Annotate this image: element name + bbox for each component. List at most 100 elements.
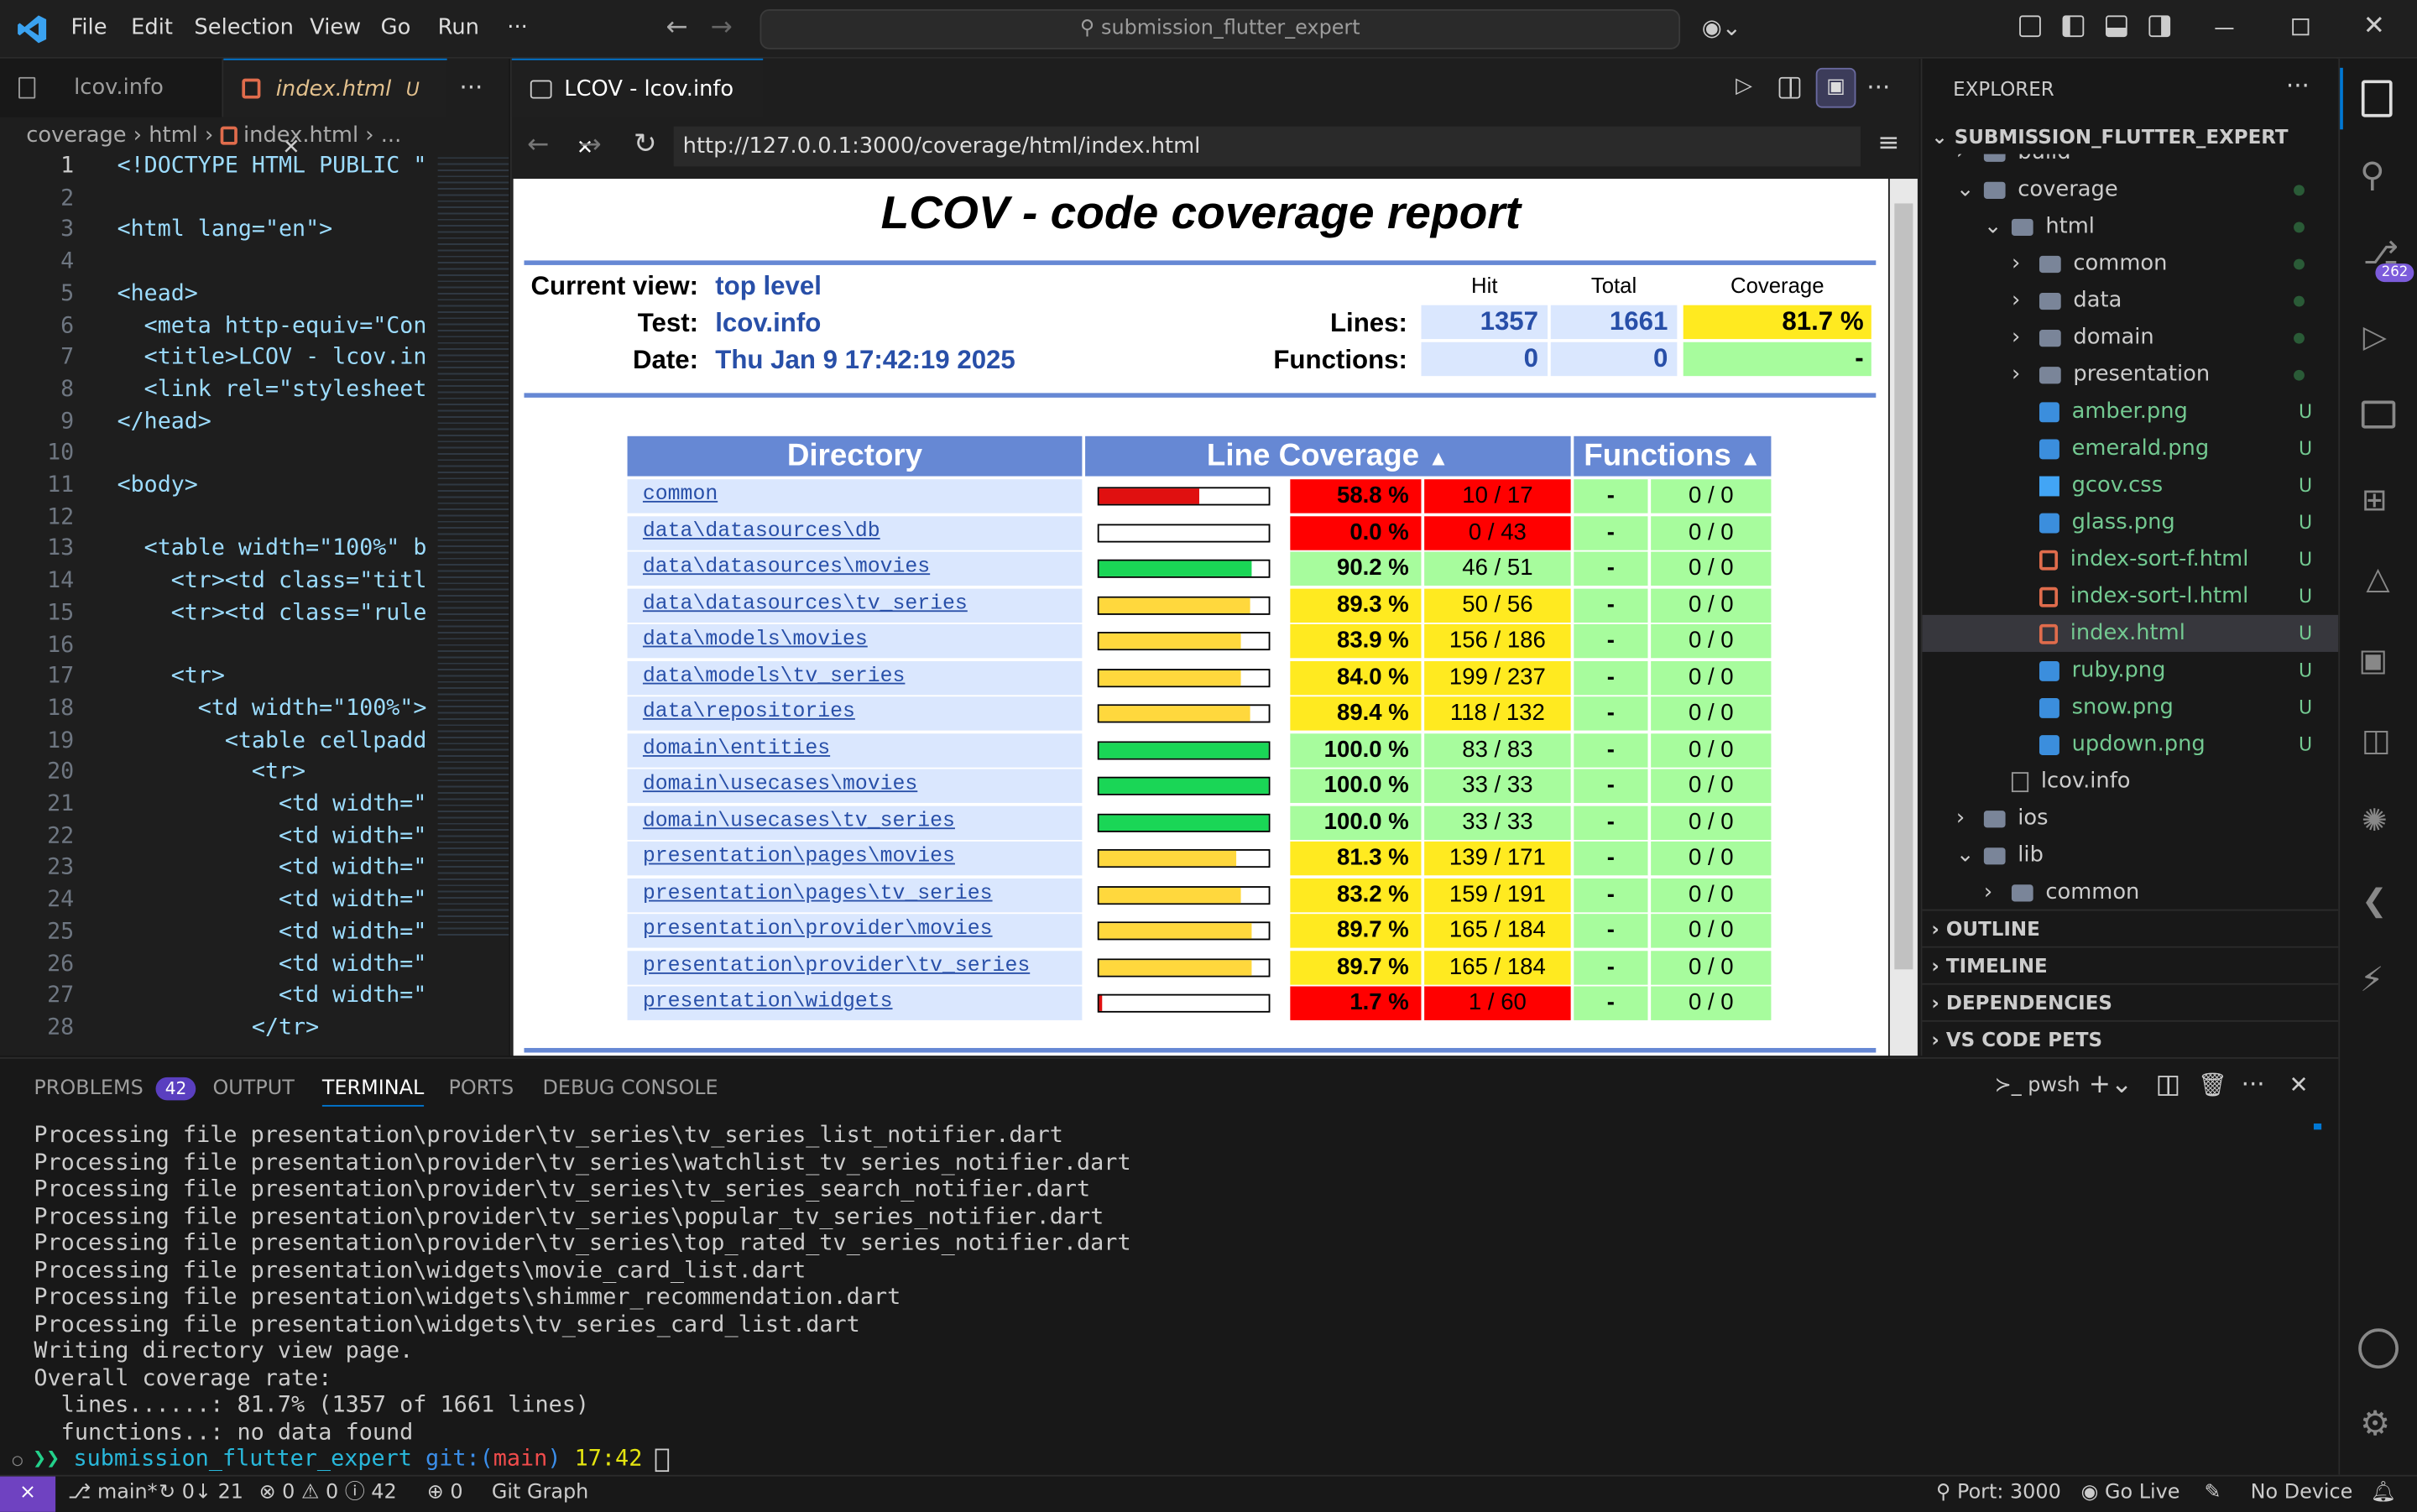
- code-line[interactable]: 4: [0, 250, 439, 282]
- device-status[interactable]: No Device: [2251, 1477, 2353, 1510]
- code-line[interactable]: 25 <td width=": [0, 920, 439, 952]
- tab-debug-console[interactable]: DEBUG CONSOLE: [543, 1077, 718, 1101]
- tree-item[interactable]: ⌄ html: [1922, 208, 2338, 245]
- tab-problems[interactable]: PROBLEMS 42: [34, 1077, 196, 1101]
- ports-status[interactable]: ⊕ 0: [427, 1477, 463, 1510]
- code-line[interactable]: 8 <link rel="stylesheet: [0, 378, 439, 409]
- sidebar-section[interactable]: › TIMELINE: [1922, 946, 2339, 983]
- directory-link[interactable]: data\models\movies: [627, 623, 1083, 659]
- search-icon[interactable]: ⚲: [2360, 157, 2385, 196]
- code-line[interactable]: 21 <td width=": [0, 792, 439, 824]
- breadcrumb-item[interactable]: coverage: [26, 123, 126, 148]
- tree-item[interactable]: gcov.css U: [1922, 467, 2338, 504]
- tree-item[interactable]: updown.png U: [1922, 726, 2338, 763]
- directory-link[interactable]: data\repositories: [627, 696, 1083, 731]
- new-terminal-icon[interactable]: +⌄: [2089, 1070, 2132, 1101]
- flutter-icon[interactable]: ❮: [2362, 882, 2388, 919]
- code-line[interactable]: 26 <td width=": [0, 952, 439, 983]
- tab-index-html[interactable]: index.html U ✕: [223, 58, 447, 160]
- menu-item[interactable]: File: [70, 15, 107, 39]
- directory-link[interactable]: data\datasources\movies: [627, 551, 1083, 586]
- code-line[interactable]: 12: [0, 505, 439, 537]
- testing-icon[interactable]: △: [2366, 560, 2389, 597]
- code-line[interactable]: 13 <table width="100%" b: [0, 537, 439, 569]
- directory-link[interactable]: data\datasources\db: [627, 515, 1083, 550]
- feedback-icon[interactable]: ✎: [2205, 1477, 2221, 1510]
- code-line[interactable]: 19 <table cellpadd: [0, 728, 439, 760]
- breadcrumb-item[interactable]: html: [149, 123, 198, 148]
- code-line[interactable]: 16: [0, 633, 439, 665]
- url-input[interactable]: http://127.0.0.1:3000/coverage/html/inde…: [673, 126, 1861, 167]
- code-line[interactable]: 14 <tr><td class="titl: [0, 569, 439, 601]
- directory-link[interactable]: common: [627, 479, 1083, 514]
- code-line[interactable]: 10: [0, 441, 439, 473]
- directory-link[interactable]: domain\entities: [627, 733, 1083, 767]
- branch-status[interactable]: ⎇ main*: [68, 1477, 158, 1510]
- pets-icon[interactable]: ✺: [2362, 801, 2388, 838]
- go-live-status[interactable]: ◉ Go Live: [2081, 1477, 2180, 1510]
- trash-icon[interactable]: 🗑︎: [2198, 1071, 2227, 1099]
- code-line[interactable]: 11 <body>: [0, 473, 439, 505]
- toggle-panel-icon[interactable]: [2105, 15, 2127, 38]
- sidebar-section[interactable]: › VS CODE PETS: [1922, 1019, 2339, 1057]
- run-icon[interactable]: ▷: [1736, 74, 1752, 98]
- sidebar-section[interactable]: › OUTLINE: [1922, 909, 2339, 946]
- tree-item[interactable]: ⌄ coverage: [1922, 171, 2338, 208]
- sync-status[interactable]: ↻ 0↓ 21: [159, 1477, 243, 1510]
- bell-icon[interactable]: 🔔︎: [2371, 1477, 2396, 1510]
- tree-item[interactable]: lcov.info: [1922, 763, 2338, 800]
- command-center[interactable]: ⚲ submission_flutter_expert: [760, 9, 1681, 50]
- lightning-icon[interactable]: ⚡: [2360, 962, 2383, 1000]
- functions-header[interactable]: Functions ▲︎: [1574, 435, 1772, 477]
- layout-customize-icon[interactable]: [2019, 15, 2041, 38]
- sort-icon[interactable]: ▲︎: [1740, 446, 1761, 470]
- gear-icon[interactable]: ⚙: [2360, 1405, 2390, 1444]
- back-arrow-icon[interactable]: ←: [666, 13, 687, 44]
- tree-item[interactable]: index.html U: [1922, 614, 2339, 652]
- directory-link[interactable]: presentation\pages\tv_series: [627, 878, 1083, 912]
- run-debug-icon[interactable]: ▷: [2363, 317, 2387, 354]
- tree-item[interactable]: index-sort-l.html U: [1922, 578, 2338, 615]
- menu-item[interactable]: View: [310, 15, 361, 39]
- split-editor-icon[interactable]: [1778, 76, 1801, 99]
- account-icon[interactable]: [2358, 1328, 2399, 1369]
- tree-item[interactable]: › common: [1922, 873, 2338, 909]
- tree-item[interactable]: › ios: [1922, 800, 2338, 837]
- directory-link[interactable]: data\datasources\tv_series: [627, 587, 1083, 623]
- code-line[interactable]: 22 <td width=": [0, 824, 439, 856]
- directory-link[interactable]: data\models\tv_series: [627, 660, 1083, 695]
- lock-icon[interactable]: ▣: [1815, 67, 1856, 108]
- directory-link[interactable]: presentation\pages\movies: [627, 841, 1083, 876]
- more-actions-icon[interactable]: ···: [1866, 72, 1890, 102]
- menu-item[interactable]: Selection: [194, 15, 294, 39]
- directory-header[interactable]: Directory: [627, 435, 1083, 477]
- back-arrow-icon[interactable]: ←: [527, 129, 549, 160]
- restore-icon[interactable]: [2292, 18, 2310, 36]
- directory-link[interactable]: domain\usecases\tv_series: [627, 805, 1083, 840]
- directory-link[interactable]: domain\usecases\movies: [627, 769, 1083, 803]
- terminal-shell[interactable]: ≻_ pwsh: [1995, 1074, 2080, 1098]
- tab-lcov-info[interactable]: lcov.info: [0, 58, 224, 117]
- tree-item[interactable]: ⌄ lib: [1922, 837, 2338, 873]
- workspace-root[interactable]: ⌄ SUBMISSION_FLUTTER_EXPERT: [1922, 120, 2338, 154]
- code-line[interactable]: 15 <tr><td class="rule: [0, 601, 439, 633]
- close-panel-icon[interactable]: ✕: [2289, 1071, 2309, 1099]
- menu-item[interactable]: Go: [381, 15, 411, 39]
- more-actions-icon[interactable]: ···: [459, 72, 483, 102]
- line-coverage-header[interactable]: Line Coverage ▲︎: [1085, 435, 1571, 477]
- explorer-icon[interactable]: [2361, 80, 2393, 117]
- code-line[interactable]: 24 <td width=": [0, 888, 439, 920]
- terminal-prompt[interactable]: ○ ❯❯ submission_flutter_expert git:(main…: [13, 1446, 671, 1473]
- copilot-icon[interactable]: ◉⌄: [1702, 14, 1741, 42]
- tree-item[interactable]: › common: [1922, 245, 2338, 282]
- docker-icon[interactable]: ▣: [2358, 641, 2388, 678]
- code-line[interactable]: 23 <td width=": [0, 856, 439, 888]
- tree-item[interactable]: › domain: [1922, 319, 2338, 356]
- directory-link[interactable]: presentation\provider\tv_series: [627, 950, 1083, 984]
- tree-item[interactable]: › presentation: [1922, 356, 2338, 393]
- menu-item[interactable]: Run: [438, 15, 479, 39]
- forward-arrow-icon[interactable]: →: [711, 13, 733, 44]
- git-graph-status[interactable]: Git Graph: [492, 1477, 588, 1510]
- forward-arrow-icon[interactable]: →: [580, 129, 602, 160]
- tree-item[interactable]: amber.png U: [1922, 393, 2338, 430]
